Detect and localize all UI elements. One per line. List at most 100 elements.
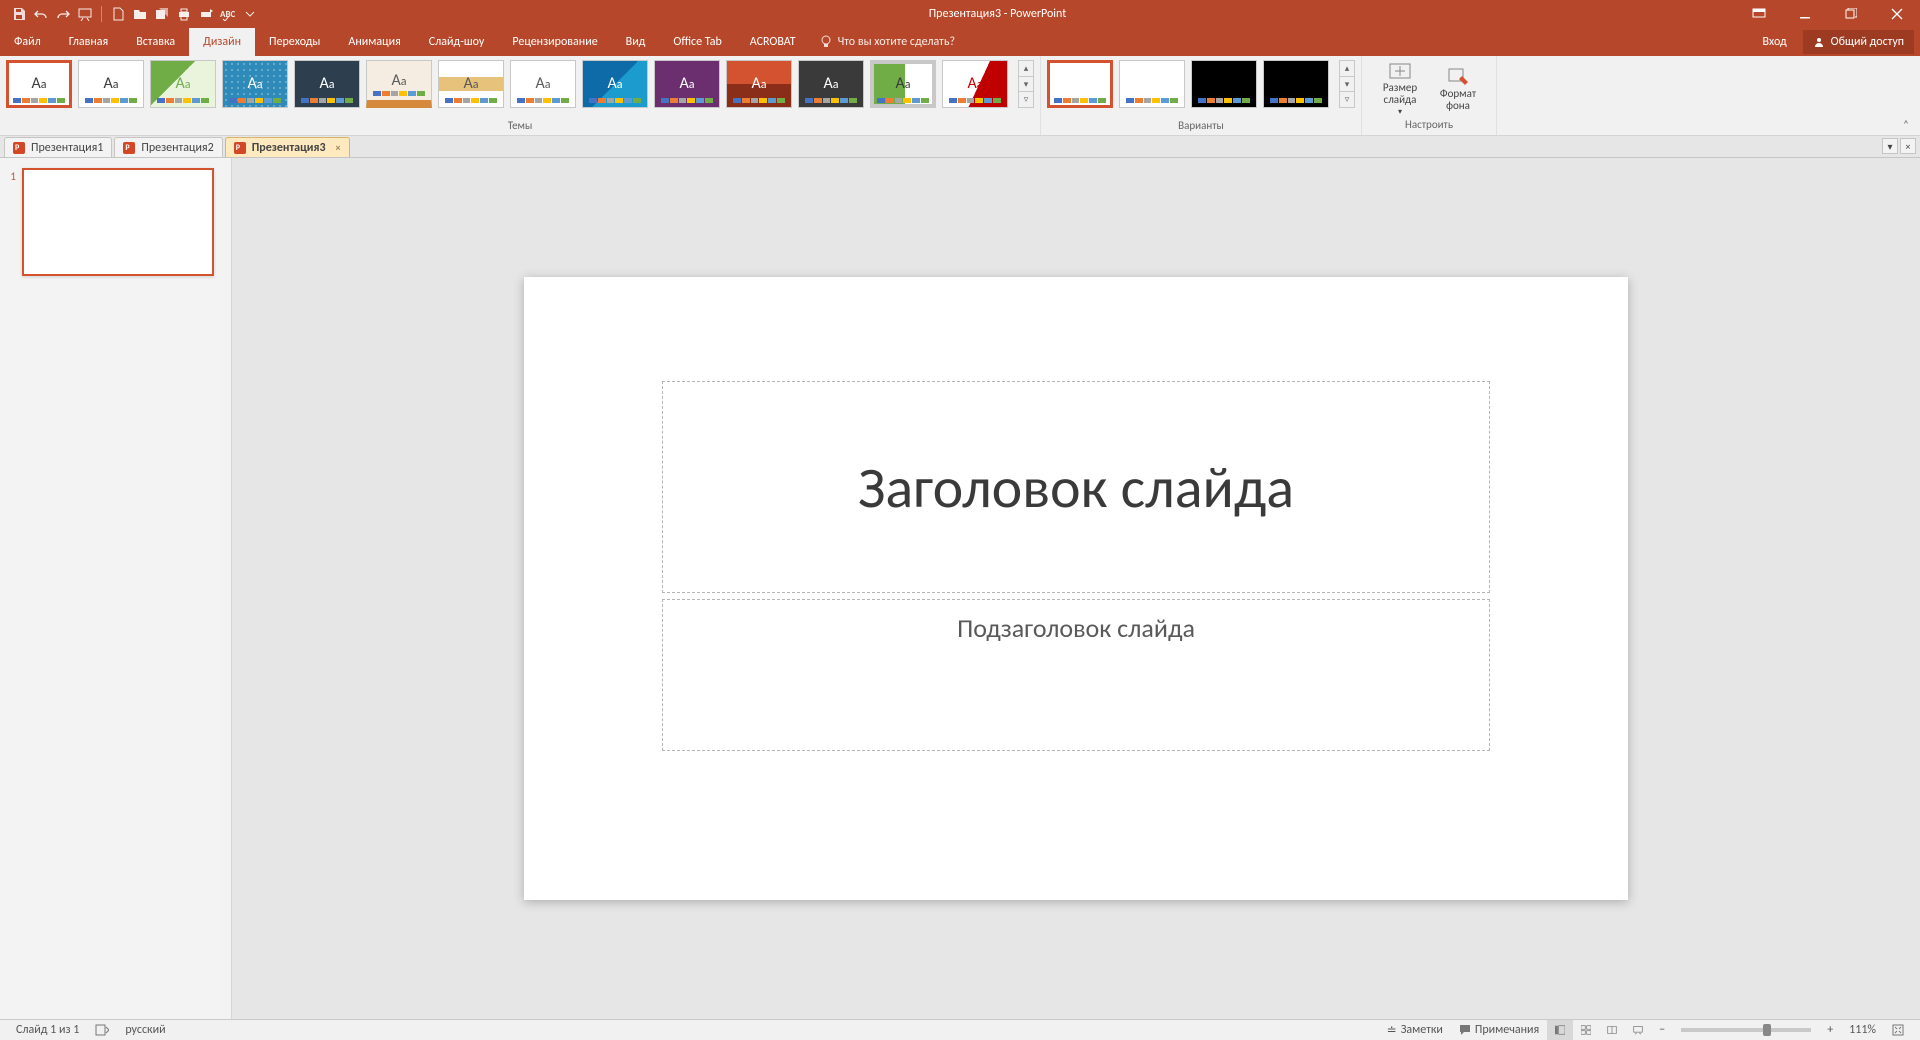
status-notes-button[interactable]: ≐ Заметки bbox=[1379, 1020, 1451, 1040]
close-icon[interactable] bbox=[1874, 0, 1920, 28]
theme-thumbnail[interactable]: Aa bbox=[870, 60, 936, 108]
variant-thumbnail[interactable] bbox=[1047, 60, 1113, 108]
variant-color-strip bbox=[1126, 98, 1178, 103]
view-sorter-icon[interactable] bbox=[1573, 1020, 1599, 1040]
ribbon-group-customize: Размер слайда ▾ Формат фона Настроить bbox=[1362, 56, 1497, 135]
status-spellcheck-icon[interactable] bbox=[87, 1020, 117, 1040]
share-button[interactable]: Общий доступ bbox=[1803, 30, 1914, 54]
ribbon-display-options-icon[interactable] bbox=[1736, 0, 1782, 28]
theme-thumbnail[interactable]: Aa bbox=[150, 60, 216, 108]
document-tab[interactable]: Презентация2 bbox=[114, 137, 222, 157]
group-label-variants: Варианты bbox=[1047, 119, 1355, 135]
document-tab-close-icon[interactable]: × bbox=[336, 141, 341, 154]
theme-thumbnail[interactable]: Aa bbox=[942, 60, 1008, 108]
save-all-icon[interactable] bbox=[153, 5, 171, 23]
theme-color-strip bbox=[301, 98, 353, 103]
theme-preview-text: Aa bbox=[895, 76, 910, 92]
variant-thumbnail[interactable] bbox=[1191, 60, 1257, 108]
theme-thumbnail[interactable]: Aa bbox=[798, 60, 864, 108]
gallery-down-icon[interactable]: ▾ bbox=[1019, 77, 1033, 93]
gallery-expand-icon[interactable]: ▿ bbox=[1340, 92, 1354, 107]
redo-icon[interactable] bbox=[54, 5, 72, 23]
gallery-expand-icon[interactable]: ▿ bbox=[1019, 92, 1033, 107]
minimize-icon[interactable] bbox=[1782, 0, 1828, 28]
undo-icon[interactable] bbox=[32, 5, 50, 23]
slide-canvas-area[interactable]: Заголовок слайда Подзаголовок слайда bbox=[232, 158, 1920, 1019]
theme-thumbnail[interactable]: Aa bbox=[510, 60, 576, 108]
format-background-icon bbox=[1448, 66, 1468, 88]
theme-thumbnail[interactable]: Aa bbox=[654, 60, 720, 108]
theme-thumbnail[interactable]: Aa bbox=[582, 60, 648, 108]
fit-to-window-icon[interactable] bbox=[1884, 1020, 1912, 1040]
format-background-button[interactable]: Формат фона bbox=[1430, 60, 1486, 118]
tab-design[interactable]: Дизайн bbox=[189, 28, 255, 56]
theme-thumbnail[interactable]: Aa bbox=[78, 60, 144, 108]
tell-me-search[interactable]: Что вы хотите сделать? bbox=[810, 35, 965, 49]
zoom-in-icon[interactable]: + bbox=[1819, 1020, 1841, 1040]
subtitle-placeholder[interactable]: Подзаголовок слайда bbox=[662, 599, 1490, 751]
theme-color-strip bbox=[13, 98, 65, 103]
status-comments-button[interactable]: Примечания bbox=[1451, 1020, 1547, 1040]
open-icon[interactable] bbox=[131, 5, 149, 23]
tab-animations[interactable]: Анимация bbox=[334, 28, 414, 56]
qat-customize-icon[interactable] bbox=[241, 5, 259, 23]
maximize-icon[interactable] bbox=[1828, 0, 1874, 28]
theme-preview-text: Aa bbox=[247, 76, 262, 92]
collapse-ribbon-icon[interactable]: ˄ bbox=[1898, 117, 1914, 131]
variant-thumbnail[interactable] bbox=[1119, 60, 1185, 108]
tab-view[interactable]: Вид bbox=[612, 28, 660, 56]
document-tab[interactable]: Презентация1 bbox=[4, 137, 112, 157]
tab-review[interactable]: Рецензирование bbox=[498, 28, 611, 56]
start-slideshow-icon[interactable] bbox=[76, 5, 94, 23]
new-icon[interactable] bbox=[109, 5, 127, 23]
tab-home[interactable]: Главная bbox=[55, 28, 122, 56]
zoom-slider[interactable] bbox=[1681, 1028, 1811, 1032]
slide[interactable]: Заголовок слайда Подзаголовок слайда bbox=[524, 277, 1628, 900]
theme-thumbnail[interactable]: Aa bbox=[222, 60, 288, 108]
spellcheck-icon[interactable]: ABC bbox=[219, 5, 237, 23]
tab-transitions[interactable]: Переходы bbox=[255, 28, 334, 56]
variant-color-strip bbox=[1270, 98, 1322, 103]
view-slideshow-icon[interactable] bbox=[1625, 1020, 1651, 1040]
document-tab[interactable]: Презентация3× bbox=[225, 137, 350, 157]
theme-thumbnail[interactable]: Aa bbox=[366, 60, 432, 108]
status-language[interactable]: русский bbox=[117, 1020, 173, 1040]
signin-link[interactable]: Вход bbox=[1752, 28, 1796, 56]
powerpoint-doc-icon bbox=[123, 142, 135, 154]
gallery-up-icon[interactable]: ▴ bbox=[1340, 61, 1354, 77]
theme-thumbnail[interactable]: Aa bbox=[438, 60, 504, 108]
title-placeholder[interactable]: Заголовок слайда bbox=[662, 381, 1490, 593]
quick-print-icon[interactable] bbox=[197, 5, 215, 23]
theme-thumbnail[interactable]: Aa bbox=[726, 60, 792, 108]
quick-access-toolbar: ABC bbox=[0, 5, 259, 23]
slide-size-button[interactable]: Размер слайда ▾ bbox=[1372, 60, 1428, 118]
document-tabs: Презентация1Презентация2Презентация3× ▾ … bbox=[0, 136, 1920, 158]
status-slide-counter[interactable]: Слайд 1 из 1 bbox=[8, 1020, 87, 1040]
slide-thumbnails-panel: 1 bbox=[0, 158, 232, 1019]
thumbnail-item[interactable]: 1 bbox=[6, 168, 221, 276]
theme-thumbnail[interactable]: Aa bbox=[294, 60, 360, 108]
lightbulb-icon bbox=[820, 35, 832, 49]
gallery-down-icon[interactable]: ▾ bbox=[1340, 77, 1354, 93]
tab-file[interactable]: Файл bbox=[0, 28, 55, 56]
variant-thumbnail[interactable] bbox=[1263, 60, 1329, 108]
tab-insert[interactable]: Вставка bbox=[122, 28, 189, 56]
theme-thumbnail[interactable]: Aa bbox=[6, 60, 72, 108]
view-reading-icon[interactable] bbox=[1599, 1020, 1625, 1040]
zoom-out-icon[interactable]: − bbox=[1651, 1020, 1673, 1040]
view-normal-icon[interactable] bbox=[1547, 1020, 1573, 1040]
tab-acrobat[interactable]: ACROBAT bbox=[736, 28, 810, 56]
doctabs-close-icon[interactable]: × bbox=[1900, 138, 1916, 154]
theme-color-strip bbox=[733, 98, 785, 103]
print-icon[interactable] bbox=[175, 5, 193, 23]
tab-office-tab[interactable]: Office Tab bbox=[659, 28, 735, 56]
theme-color-strip bbox=[373, 91, 425, 96]
doctabs-dropdown-icon[interactable]: ▾ bbox=[1882, 138, 1898, 154]
zoom-level[interactable]: 111% bbox=[1841, 1020, 1884, 1040]
zoom-slider-thumb[interactable] bbox=[1763, 1024, 1771, 1036]
powerpoint-doc-icon bbox=[234, 142, 246, 154]
tab-slideshow[interactable]: Слайд-шоу bbox=[415, 28, 499, 56]
gallery-up-icon[interactable]: ▴ bbox=[1019, 61, 1033, 77]
save-icon[interactable] bbox=[10, 5, 28, 23]
thumbnail-preview[interactable] bbox=[22, 168, 214, 276]
